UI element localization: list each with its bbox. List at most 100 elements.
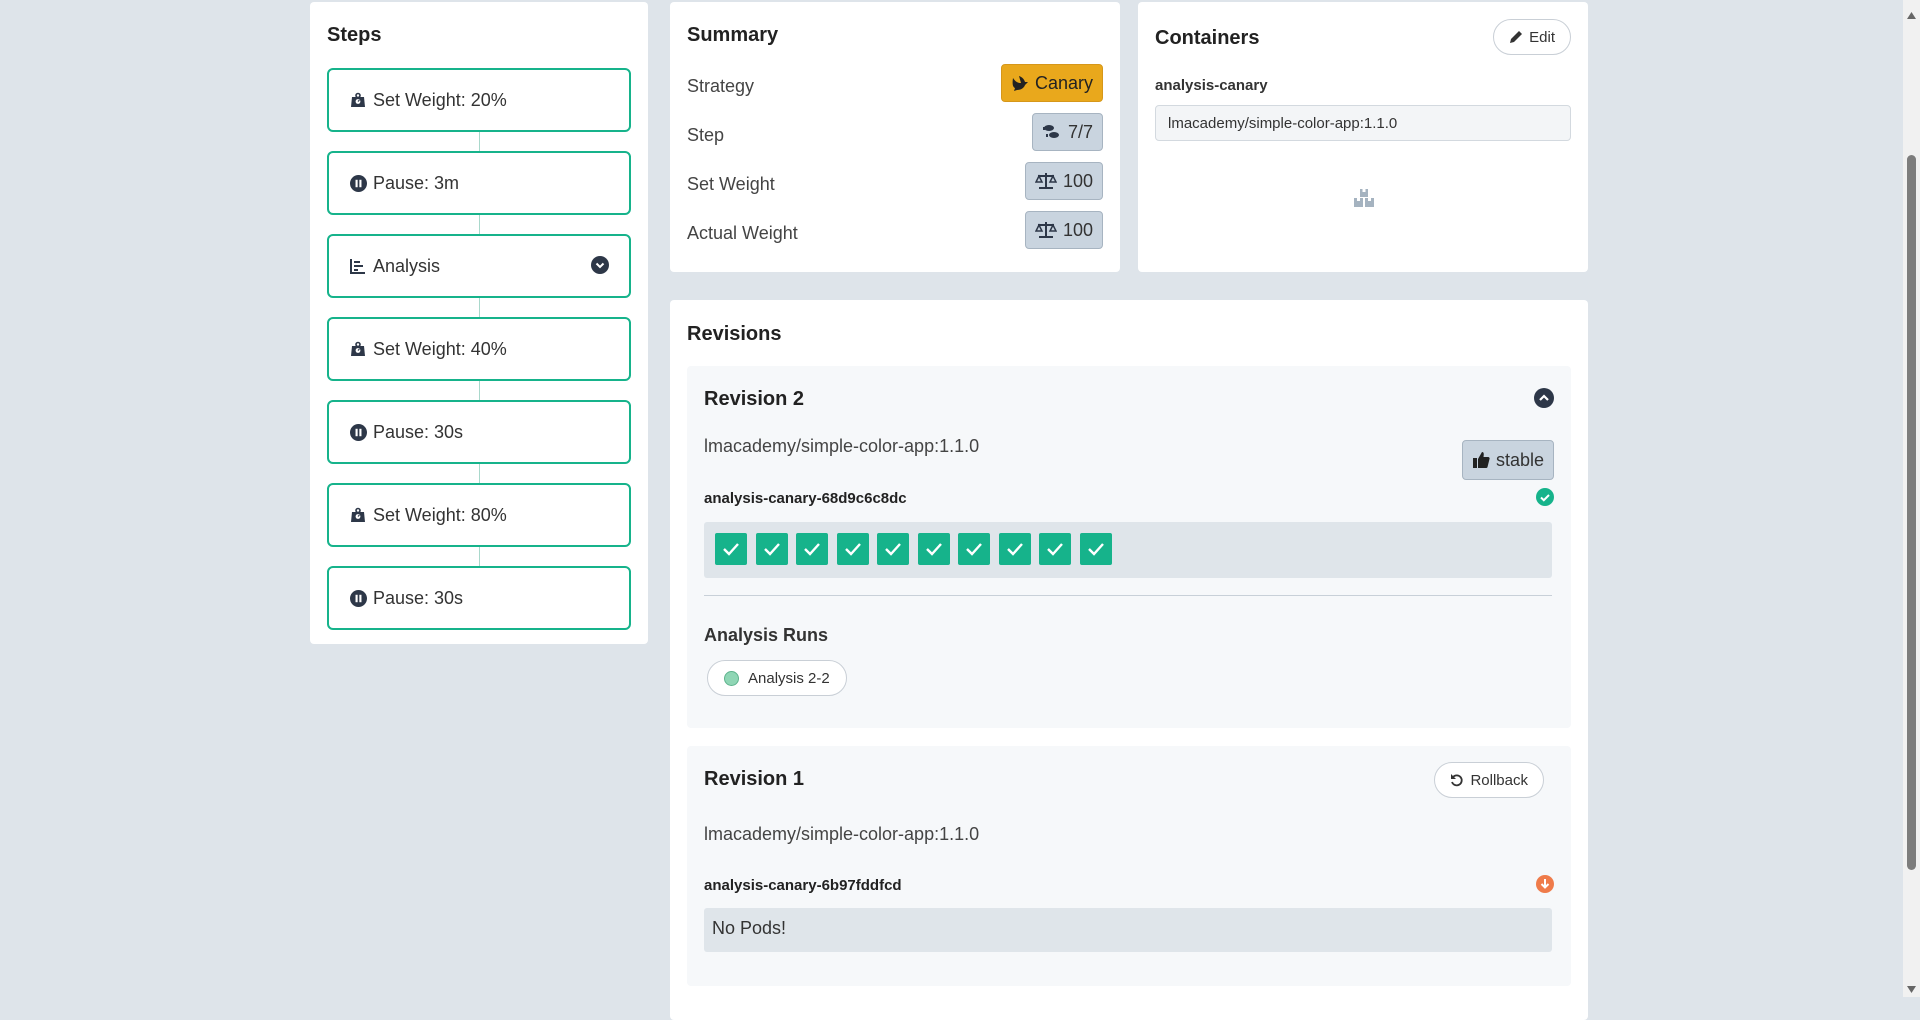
step-label: Step	[687, 125, 725, 145]
divider	[704, 595, 1552, 596]
weight-icon	[349, 91, 367, 109]
step-value: 7/7	[1067, 121, 1093, 142]
set-weight-badge: 100	[1024, 162, 1103, 200]
step-connector	[479, 298, 480, 318]
pod-status[interactable]	[958, 533, 990, 565]
step-connector	[479, 132, 480, 152]
stable-badge: stable	[1461, 440, 1554, 480]
scrollbar[interactable]	[1903, 0, 1920, 997]
pod-status[interactable]	[917, 533, 950, 565]
step-label: Pause: 30s	[373, 421, 464, 442]
revisions-panel: Revisions Revision 2 lmacademy/simple-co…	[670, 300, 1588, 1020]
containers-panel: Containers Edit analysis-canary lmacadem…	[1138, 2, 1588, 272]
analysis-runs-title: Analysis Runs	[704, 625, 829, 645]
no-pods-text: No Pods!	[712, 918, 787, 938]
revision-image: lmacademy/simple-color-app:1.1.0	[704, 436, 980, 456]
pods-bar: No Pods!	[704, 908, 1552, 952]
strategy-label: Strategy	[687, 76, 755, 96]
chevron-up-icon[interactable]	[1534, 388, 1554, 413]
pod-status[interactable]	[796, 533, 828, 565]
check-icon	[723, 543, 739, 556]
pod-status[interactable]	[1079, 533, 1112, 565]
scroll-down-arrow-icon[interactable]	[1907, 980, 1916, 998]
step-analysis[interactable]: Analysis	[327, 234, 631, 298]
step-connector	[479, 381, 480, 401]
step-connector	[479, 215, 480, 235]
summary-title: Summary	[687, 24, 779, 46]
step-set-weight-80[interactable]: Set Weight: 80%	[327, 483, 631, 547]
revision-title: Revision 2	[704, 388, 805, 410]
check-icon	[804, 543, 820, 556]
edit-button[interactable]: Edit	[1493, 19, 1571, 55]
step-pause-30s-final[interactable]: Pause: 30s	[327, 566, 631, 630]
step-pause-3m[interactable]: Pause: 3m	[327, 151, 631, 215]
status-dot-icon	[724, 670, 739, 686]
revision-image: lmacademy/simple-color-app:1.1.0	[704, 824, 980, 844]
revisions-title: Revisions	[687, 323, 782, 345]
steps-panel: Steps Set Weight: 20% Pause: 3m Analysis…	[310, 2, 648, 644]
pod-status[interactable]	[877, 533, 909, 565]
set-weight-label: Set Weight	[687, 174, 775, 194]
balance-scale-icon	[1034, 222, 1057, 238]
check-icon	[966, 543, 982, 556]
pause-icon	[349, 423, 367, 441]
container-image-field[interactable]: lmacademy/simple-color-app:1.1.0	[1155, 105, 1571, 141]
weight-icon	[349, 506, 367, 524]
shoe-prints-icon	[1042, 125, 1059, 138]
step-label: Set Weight: 80%	[373, 504, 507, 525]
replicaset-name: analysis-canary-6b97fddfcd	[704, 877, 902, 894]
thumbs-up-icon	[1472, 452, 1490, 468]
actual-weight-badge: 100	[1024, 211, 1103, 249]
pencil-icon	[1510, 31, 1523, 43]
actual-weight-label: Actual Weight	[687, 223, 798, 243]
chevron-down-icon[interactable]	[591, 256, 609, 279]
pod-status[interactable]	[998, 533, 1031, 565]
analysis-run-button[interactable]: Analysis 2-2	[707, 660, 847, 696]
pod-status[interactable]	[1039, 533, 1071, 565]
pause-icon	[349, 174, 367, 192]
container-name: analysis-canary	[1155, 77, 1268, 94]
step-set-weight-40[interactable]: Set Weight: 40%	[327, 317, 631, 381]
dove-icon	[1012, 76, 1028, 91]
step-label: Pause: 3m	[373, 172, 460, 193]
stable-label: stable	[1495, 449, 1544, 470]
step-label: Set Weight: 20%	[373, 89, 507, 110]
pods-bar	[704, 522, 1552, 578]
revision-2: Revision 2 lmacademy/simple-color-app:1.…	[687, 366, 1571, 728]
scroll-up-arrow-icon[interactable]	[1907, 6, 1916, 24]
check-icon	[1087, 543, 1104, 556]
revision-1: Revision 1 Rollback lmacademy/simple-col…	[687, 746, 1571, 986]
step-pause-30s[interactable]: Pause: 30s	[327, 400, 631, 464]
check-icon	[1006, 543, 1023, 556]
step-set-weight-20[interactable]: Set Weight: 20%	[327, 68, 631, 132]
step-label: Analysis	[373, 255, 441, 276]
analysis-run-label: Analysis 2-2	[748, 669, 830, 687]
step-label: Pause: 30s	[373, 587, 464, 608]
scroll-thumb[interactable]	[1907, 155, 1916, 870]
pod-status[interactable]	[715, 533, 747, 565]
replicaset-name: analysis-canary-68d9c6c8dc	[704, 490, 907, 507]
boxes-icon	[1353, 188, 1375, 213]
chart-icon	[349, 257, 367, 275]
pod-status[interactable]	[836, 533, 869, 565]
check-icon	[925, 543, 942, 556]
strategy-badge: Canary	[1000, 64, 1103, 102]
check-icon	[763, 543, 780, 556]
actual-weight-value: 100	[1062, 219, 1093, 240]
check-icon	[844, 543, 861, 556]
balance-scale-icon	[1034, 173, 1057, 189]
step-label: Set Weight: 40%	[373, 338, 507, 359]
arrow-down-circle-icon	[1536, 875, 1554, 898]
step-connector	[479, 464, 480, 484]
strategy-value: Canary	[1034, 72, 1093, 93]
undo-icon	[1451, 774, 1464, 787]
containers-title: Containers	[1155, 27, 1260, 49]
set-weight-value: 100	[1062, 170, 1093, 191]
check-icon	[1047, 543, 1063, 556]
rollback-button[interactable]: Rollback	[1434, 762, 1544, 798]
check-circle-icon	[1536, 488, 1554, 511]
pod-status[interactable]	[755, 533, 788, 565]
revision-title: Revision 1	[704, 768, 805, 790]
weight-icon	[349, 340, 367, 358]
check-icon	[885, 543, 901, 556]
